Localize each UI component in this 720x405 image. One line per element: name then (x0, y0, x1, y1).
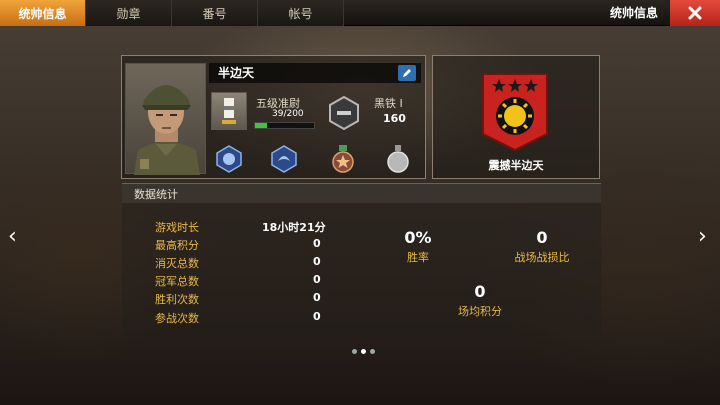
stat-label: 参战次数 (155, 312, 199, 325)
edit-name-button[interactable] (398, 65, 416, 81)
close-icon (688, 6, 702, 20)
stat-label: 冠军总数 (155, 275, 199, 288)
close-button[interactable] (670, 0, 720, 26)
next-page-arrow[interactable]: › (698, 224, 707, 249)
stat-value: 0 (313, 237, 321, 250)
stat-label: 游戏时长 (155, 221, 199, 234)
rank-insignia (211, 92, 247, 130)
page-indicator (352, 349, 375, 354)
pencil-icon (403, 69, 411, 77)
kd-ratio-label: 战场战损比 (514, 251, 570, 264)
xp-progress-bar (254, 122, 315, 129)
rank-bar-icon (222, 98, 236, 124)
avg-score-label: 场均积分 (458, 305, 502, 318)
tab-commander-info[interactable]: 统帅信息 (0, 0, 86, 26)
xp-text: 39/200 (272, 109, 304, 119)
stat-label: 消灭总数 (155, 257, 199, 270)
eagle-medal-icon[interactable] (216, 145, 242, 173)
page-dot-active[interactable] (361, 349, 366, 354)
stat-value: 0 (313, 310, 321, 323)
stat-value: 0 (313, 291, 321, 304)
star-medal-icon[interactable] (330, 145, 356, 173)
soldier-portrait-icon (134, 85, 200, 175)
kd-ratio-value: 0 (536, 228, 548, 247)
page-dot[interactable] (352, 349, 357, 354)
tier-points: 160 (383, 112, 406, 125)
top-tab-bar: 统帅信息 勋章 番号 帐号 统帅信息 (0, 0, 720, 26)
avg-score-value: 0 (474, 282, 486, 301)
stat-label: 最高积分 (155, 239, 199, 252)
wing-medal-icon[interactable] (271, 145, 297, 173)
stats-header: 数据统计 (134, 188, 178, 201)
win-rate-value: 0% (404, 228, 432, 247)
stats-header-bar: 数据统计 (122, 183, 601, 203)
stat-label: 胜利次数 (155, 293, 199, 306)
tab-account[interactable]: 帐号 (258, 0, 344, 26)
win-rate-label: 胜率 (407, 251, 429, 264)
page-title: 统帅信息 (609, 6, 658, 20)
tier-badge-icon (329, 96, 359, 130)
unit-emblem-icon (482, 73, 548, 152)
stat-value: 0 (313, 255, 321, 268)
stat-value: 18小时21分 (262, 221, 326, 234)
stat-value: 0 (313, 273, 321, 286)
tier-name: 黑铁 I (374, 97, 403, 110)
xp-progress-fill (255, 123, 267, 128)
prev-page-arrow[interactable]: ‹ (8, 224, 17, 249)
tab-medals[interactable]: 勋章 (86, 0, 172, 26)
commander-avatar[interactable] (125, 63, 206, 175)
unit-name: 震撼半边天 (488, 159, 544, 172)
tab-designation[interactable]: 番号 (172, 0, 258, 26)
player-name: 半边天 (218, 66, 255, 80)
locked-medal-icon[interactable] (385, 145, 411, 173)
page-dot[interactable] (370, 349, 375, 354)
